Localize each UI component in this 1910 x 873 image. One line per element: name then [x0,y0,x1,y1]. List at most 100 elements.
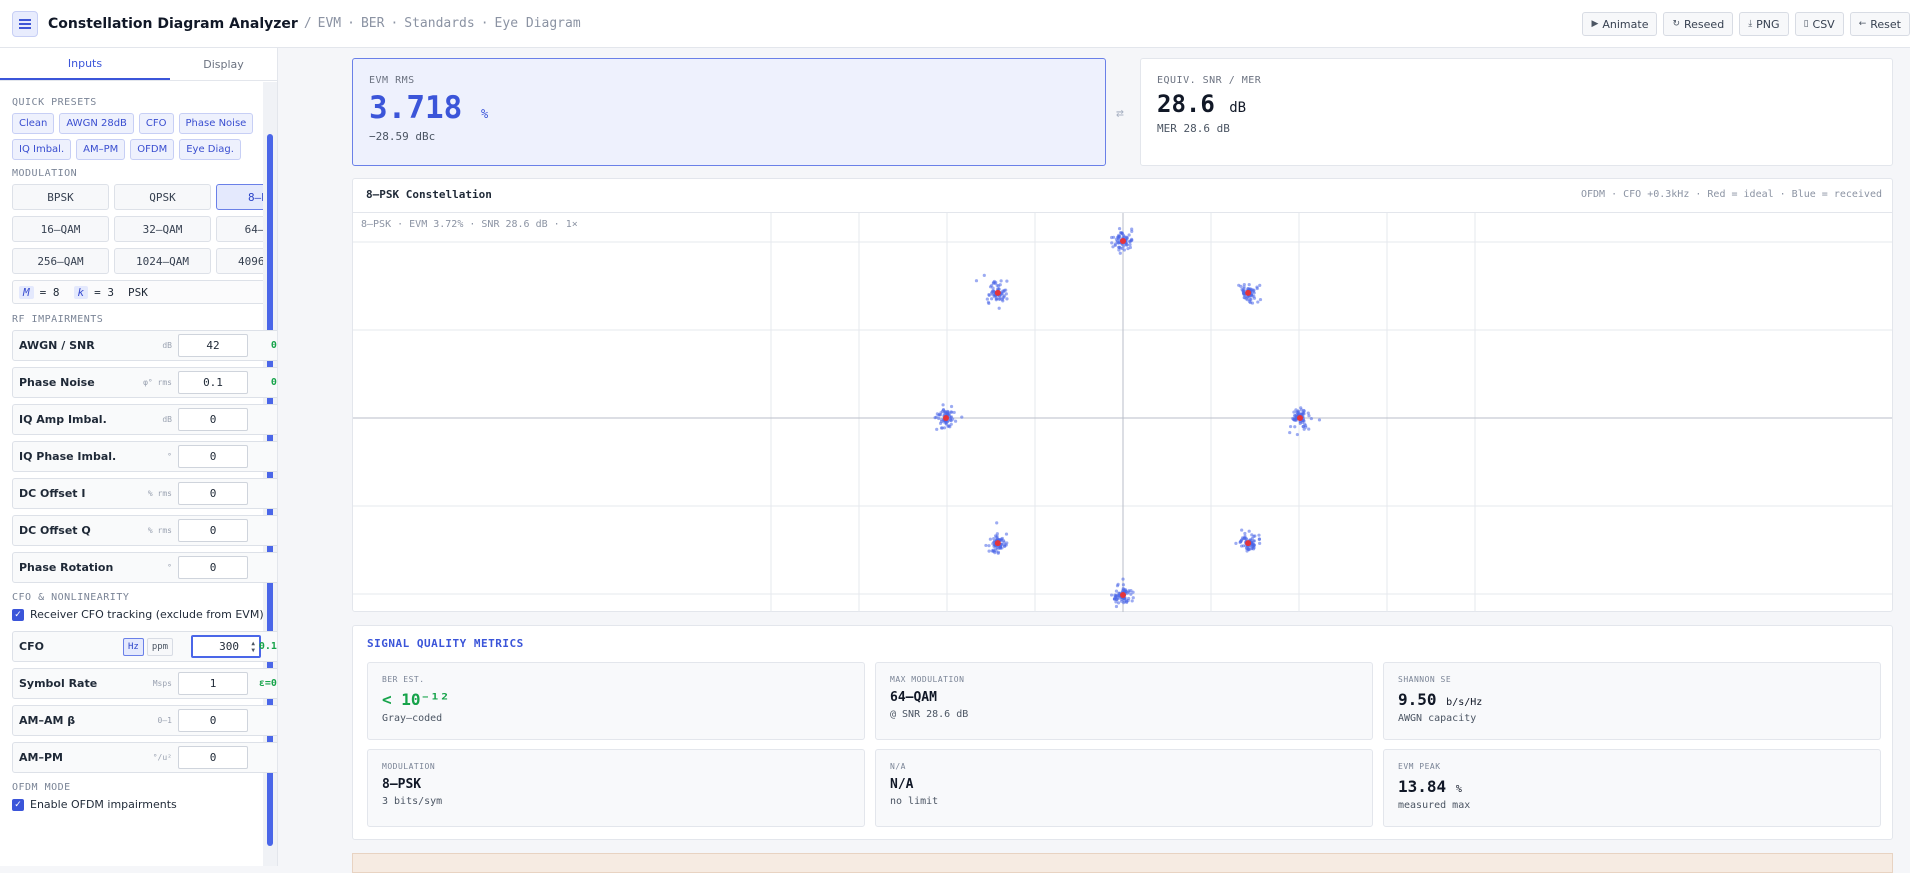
ideal-point [1297,415,1303,421]
param-label: AWGN / SNR [19,339,95,352]
param-label: IQ Amp Imbal. [19,413,107,426]
menu-icon[interactable] [12,10,38,37]
mod-32qam[interactable]: 32–QAM [114,216,211,242]
param-input[interactable]: 0 [178,482,248,505]
ofdm-enable-label: Enable OFDM impairments [30,798,177,811]
param-label: DC Offset I [19,487,86,500]
metric-ber: BER EST. < 10⁻¹² Gray–coded [367,662,865,740]
param-input[interactable]: 0 [178,556,248,579]
param-input[interactable]: 42 [178,334,248,357]
received-point [974,279,979,283]
param-unit: φ° rms [143,378,172,387]
metric-number: 9.50 [1398,690,1437,709]
received-point [1234,541,1238,545]
received-point [1127,590,1131,594]
param-input[interactable]: 1 [178,672,248,695]
param-input[interactable]: 0.1 [178,371,248,394]
received-point [1293,413,1297,418]
received-point [987,549,991,553]
param-unit: ° [167,452,172,461]
param-input[interactable]: 0 [178,445,248,468]
mod-bpsk[interactable]: BPSK [12,184,109,210]
metric-label: N/A [890,762,906,771]
mod-16qam[interactable]: 16–QAM [12,216,109,242]
nav-link-standards[interactable]: Standards [404,16,474,31]
received-point [1130,238,1134,242]
preset-am-pm[interactable]: AM–PM [76,139,126,160]
received-point [988,537,992,541]
constellation-plot[interactable]: 8–PSK · EVM 3.72% · SNR 28.6 dB · 1× [353,212,1892,612]
param-label: Phase Rotation [19,561,114,574]
png-button[interactable]: ⤓ PNG [1739,12,1789,36]
preset-clean[interactable]: Clean [12,113,55,134]
mod-qpsk[interactable]: QPSK [114,184,211,210]
received-point [1302,409,1306,413]
check-icon: ✓ [12,798,24,811]
param-input[interactable]: 0 [178,709,248,732]
preset-awgn[interactable]: AWGN 28dB [59,113,134,134]
reset-button[interactable]: ← Reset [1849,12,1910,36]
mod-1024qam[interactable]: 1024–QAM [114,248,211,274]
preset-phase-noise[interactable]: Phase Noise [178,113,254,134]
received-point [1114,600,1118,604]
received-point [1128,242,1132,247]
param-input[interactable]: 0 [178,408,248,431]
nav-link-ber[interactable]: BER [361,16,384,31]
received-point [1121,583,1126,587]
metric-label: BER EST. [382,675,425,684]
nav-link-evm[interactable]: EVM [318,16,341,31]
metric-shannon: SHANNON SE 9.50 b/s/Hz AWGN capacity [1383,662,1881,740]
tab-display[interactable]: Display [170,48,277,80]
received-point [1118,251,1122,255]
param-input[interactable]: 0 [178,746,248,769]
param-input[interactable]: 0 [178,519,248,542]
animate-button[interactable]: ▶ Animate [1582,12,1658,36]
evm-card[interactable]: EVM RMS 3.718 % −28.59 dBc [352,58,1106,166]
csv-label: CSV [1812,17,1835,31]
file-icon: ▯ [1803,19,1809,29]
spinner-icon[interactable]: ▲ ▼ [251,640,255,654]
received-point [1114,604,1119,609]
received-point [1238,540,1242,544]
received-point [1306,411,1310,415]
ideal-point [1245,289,1252,296]
param-label: DC Offset Q [19,524,91,537]
received-point [1130,599,1134,603]
ideal-point [994,289,1001,296]
received-point [984,543,988,548]
tab-inputs[interactable]: Inputs [0,48,170,80]
mod-256qam[interactable]: 256–QAM [12,248,109,274]
play-icon: ▶ [1591,19,1599,29]
cfo-tracking-checkbox[interactable]: ✓ Receiver CFO tracking (exclude from EV… [12,608,277,621]
nav-link-eye-diagram[interactable]: Eye Diagram [495,16,581,31]
metric-value: 64–QAM [890,690,937,705]
param-unit: % rms [147,489,172,498]
breadcrumb-dot: · [390,16,399,31]
reseed-button[interactable]: ↻ Reseed [1663,12,1734,36]
received-point [998,545,1002,549]
param-result: 0.794% [270,340,277,351]
ideal-point [1120,592,1126,598]
received-point [1255,286,1259,291]
unit-ppm-toggle[interactable]: ppm [146,637,174,656]
snr-card[interactable]: EQUIV. SNR / MER 28.6 dB MER 28.6 dB [1140,58,1893,166]
swap-icon[interactable]: ⇄ [1116,106,1124,121]
preset-iq-imbal[interactable]: IQ Imbal. [12,139,72,160]
cfo-input[interactable]: 300 ▲ ▼ [191,635,261,658]
param-unit: dB [162,341,172,350]
preset-cfo[interactable]: CFO [138,113,174,134]
received-point [1257,537,1262,541]
constellation-card: 8–PSK Constellation OFDM · CFO +0.3kHz ·… [352,178,1893,612]
evm-number: 3.718 [369,90,463,126]
breadcrumb-separator: / [303,16,312,31]
metric-label: MODULATION [382,762,436,771]
ofdm-enable-checkbox[interactable]: ✓ Enable OFDM impairments [12,798,277,811]
preset-eye-diag[interactable]: Eye Diag. [179,139,241,160]
ideal-point [1120,238,1126,244]
received-point [935,427,939,431]
breadcrumb-dot: · [347,16,355,31]
csv-button[interactable]: ▯ CSV [1794,12,1844,36]
received-point [1257,533,1261,537]
preset-ofdm[interactable]: OFDM [130,139,175,160]
unit-hz-toggle[interactable]: Hz [123,637,144,656]
